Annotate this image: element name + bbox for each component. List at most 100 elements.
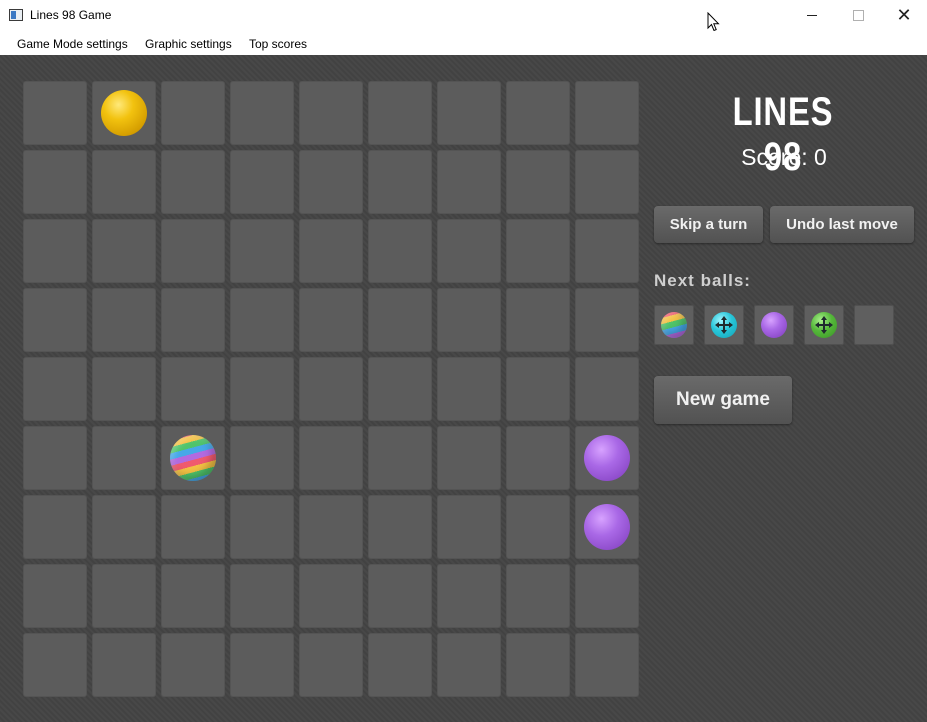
board-cell[interactable] xyxy=(161,219,225,283)
board-cell[interactable] xyxy=(437,150,501,214)
close-icon: ✕ xyxy=(896,5,912,25)
purple-ball[interactable] xyxy=(584,504,630,550)
board-cell[interactable] xyxy=(92,81,156,145)
board-cell[interactable] xyxy=(23,219,87,283)
board-cell[interactable] xyxy=(92,150,156,214)
undo-move-button[interactable]: Undo last move xyxy=(770,206,914,243)
board-cell[interactable] xyxy=(161,633,225,697)
board-cell[interactable] xyxy=(368,426,432,490)
board-cell[interactable] xyxy=(23,564,87,628)
menu-graphic-settings[interactable]: Graphic settings xyxy=(145,37,232,51)
board-cell[interactable] xyxy=(230,150,294,214)
board-cell[interactable] xyxy=(506,564,570,628)
board-cell[interactable] xyxy=(506,357,570,421)
board-cell[interactable] xyxy=(92,357,156,421)
board-cell[interactable] xyxy=(23,633,87,697)
board-cell[interactable] xyxy=(299,495,363,559)
board-cell[interactable] xyxy=(23,426,87,490)
next-green-arrows-ball xyxy=(811,312,837,338)
board-cell[interactable] xyxy=(437,564,501,628)
board-cell[interactable] xyxy=(299,150,363,214)
board-cell[interactable] xyxy=(575,357,639,421)
board-cell[interactable] xyxy=(230,357,294,421)
menu-game-mode-settings[interactable]: Game Mode settings xyxy=(17,37,128,51)
board-cell[interactable] xyxy=(161,495,225,559)
board-cell[interactable] xyxy=(23,495,87,559)
board-cell[interactable] xyxy=(92,495,156,559)
board-cell[interactable] xyxy=(575,150,639,214)
board-cell[interactable] xyxy=(437,81,501,145)
menu-top-scores[interactable]: Top scores xyxy=(249,37,307,51)
board-cell[interactable] xyxy=(575,495,639,559)
board-cell[interactable] xyxy=(437,495,501,559)
mouse-cursor-icon xyxy=(707,12,720,32)
board-cell[interactable] xyxy=(368,495,432,559)
board-cell[interactable] xyxy=(92,426,156,490)
board-cell[interactable] xyxy=(230,288,294,352)
board-cell[interactable] xyxy=(506,150,570,214)
minimize-button[interactable] xyxy=(789,0,835,31)
board-cell[interactable] xyxy=(437,633,501,697)
yellow-ball[interactable] xyxy=(101,90,147,136)
board-cell[interactable] xyxy=(23,150,87,214)
close-button[interactable]: ✕ xyxy=(881,0,927,31)
board-cell[interactable] xyxy=(368,219,432,283)
purple-ball[interactable] xyxy=(584,435,630,481)
board-cell[interactable] xyxy=(299,219,363,283)
new-game-button[interactable]: New game xyxy=(654,376,792,424)
board-cell[interactable] xyxy=(299,564,363,628)
board-cell[interactable] xyxy=(437,288,501,352)
board-cell[interactable] xyxy=(299,357,363,421)
board-cell[interactable] xyxy=(161,150,225,214)
board-cell[interactable] xyxy=(230,426,294,490)
board-cell[interactable] xyxy=(368,81,432,145)
game-board xyxy=(23,81,641,699)
board-cell[interactable] xyxy=(575,426,639,490)
board-cell[interactable] xyxy=(161,288,225,352)
board-cell[interactable] xyxy=(506,633,570,697)
board-cell[interactable] xyxy=(23,357,87,421)
board-cell[interactable] xyxy=(575,288,639,352)
board-cell[interactable] xyxy=(299,81,363,145)
board-cell[interactable] xyxy=(368,288,432,352)
board-cell[interactable] xyxy=(506,426,570,490)
board-cell[interactable] xyxy=(230,219,294,283)
board-cell[interactable] xyxy=(506,81,570,145)
board-cell[interactable] xyxy=(575,633,639,697)
board-cell[interactable] xyxy=(230,495,294,559)
board-cell[interactable] xyxy=(161,564,225,628)
board-cell[interactable] xyxy=(368,633,432,697)
board-cell[interactable] xyxy=(299,288,363,352)
board-cell[interactable] xyxy=(437,357,501,421)
next-ball-slot xyxy=(754,305,794,345)
board-cell[interactable] xyxy=(230,81,294,145)
board-cell[interactable] xyxy=(575,564,639,628)
menu-bar: Game Mode settings Graphic settings Top … xyxy=(0,31,927,56)
board-cell[interactable] xyxy=(437,219,501,283)
board-cell[interactable] xyxy=(92,288,156,352)
skip-turn-button[interactable]: Skip a turn xyxy=(654,206,763,243)
board-cell[interactable] xyxy=(506,219,570,283)
board-cell[interactable] xyxy=(92,633,156,697)
board-cell[interactable] xyxy=(161,81,225,145)
board-cell[interactable] xyxy=(299,633,363,697)
board-cell[interactable] xyxy=(575,81,639,145)
board-cell[interactable] xyxy=(368,150,432,214)
maximize-button[interactable] xyxy=(835,0,881,31)
board-cell[interactable] xyxy=(23,81,87,145)
board-cell[interactable] xyxy=(161,357,225,421)
board-cell[interactable] xyxy=(230,564,294,628)
board-cell[interactable] xyxy=(161,426,225,490)
board-cell[interactable] xyxy=(368,564,432,628)
board-cell[interactable] xyxy=(506,495,570,559)
board-cell[interactable] xyxy=(23,288,87,352)
board-cell[interactable] xyxy=(92,564,156,628)
rainbow-ball[interactable] xyxy=(170,435,216,481)
board-cell[interactable] xyxy=(230,633,294,697)
board-cell[interactable] xyxy=(575,219,639,283)
board-cell[interactable] xyxy=(437,426,501,490)
board-cell[interactable] xyxy=(368,357,432,421)
board-cell[interactable] xyxy=(299,426,363,490)
board-cell[interactable] xyxy=(92,219,156,283)
board-cell[interactable] xyxy=(506,288,570,352)
